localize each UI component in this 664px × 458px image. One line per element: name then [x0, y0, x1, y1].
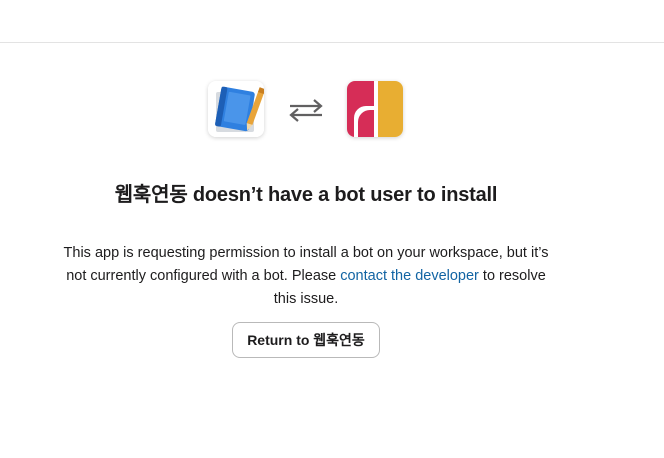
app-connection-icons: [0, 81, 664, 139]
workspace-logo-icon: [347, 81, 403, 137]
page-title: 웹훅연동 doesn’t have a bot user to install: [114, 184, 498, 206]
contact-developer-link[interactable]: contact the developer: [340, 268, 479, 284]
top-bar: [0, 0, 664, 43]
swap-arrows-icon: [288, 98, 324, 122]
notebook-app-icon: [208, 81, 264, 137]
description-text: This app is requesting permission to ins…: [62, 242, 550, 311]
return-button[interactable]: Return to 웹훅연동: [232, 322, 380, 358]
